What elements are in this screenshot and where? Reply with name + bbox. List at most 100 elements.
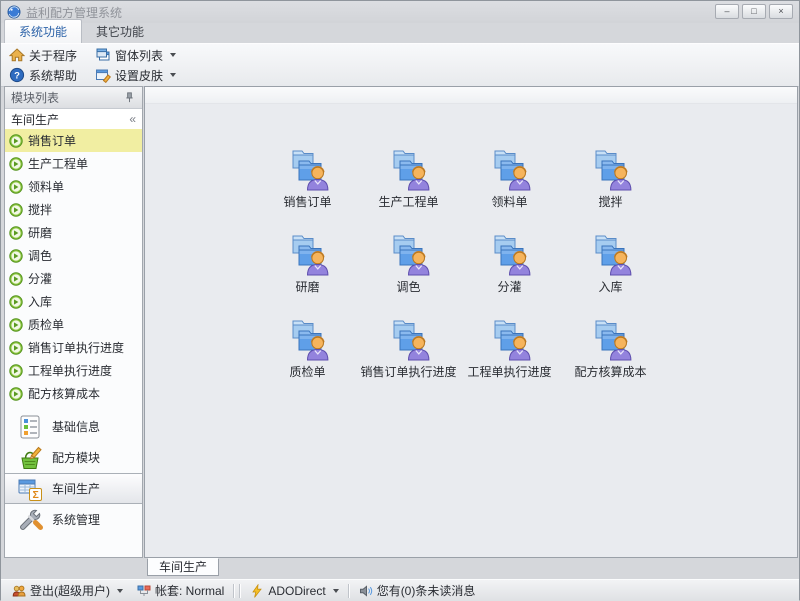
sidebar-section-basic-info[interactable]: 基础信息 bbox=[5, 411, 142, 442]
sidebar-item-warehousing[interactable]: 入库 bbox=[5, 290, 142, 313]
sidebar-item-filling[interactable]: 分灌 bbox=[5, 267, 142, 290]
shortcut-quality-check[interactable]: 质检单 bbox=[257, 317, 358, 402]
folder-user-icon bbox=[284, 317, 332, 361]
sidebar-item-stirring[interactable]: 搅拌 bbox=[5, 198, 142, 221]
ribbon-tabrow: 系统功能 其它功能 bbox=[1, 23, 799, 43]
maximize-button[interactable]: □ bbox=[742, 4, 766, 19]
speaker-icon bbox=[359, 584, 373, 598]
home-icon bbox=[9, 47, 25, 63]
folder-user-icon bbox=[486, 147, 534, 191]
sidebar-sections: 基础信息 配方模块 车间生产 系统管理 bbox=[5, 411, 142, 535]
sidebar-section-formula-module[interactable]: 配方模块 bbox=[5, 442, 142, 473]
sidebar-item-sales-order[interactable]: 销售订单 bbox=[5, 129, 142, 152]
shortcut-work-order-progress[interactable]: 工程单执行进度 bbox=[459, 317, 560, 402]
shortcut-warehousing[interactable]: 入库 bbox=[560, 232, 661, 317]
shortcut-material-requisition[interactable]: 领料单 bbox=[459, 147, 560, 232]
shortcut-sales-order-progress[interactable]: 销售订单执行进度 bbox=[358, 317, 459, 402]
folder-user-icon bbox=[486, 232, 534, 276]
statusbar-separator bbox=[233, 584, 235, 598]
account-set-status: 帐套: Normal bbox=[132, 582, 229, 599]
app-icon bbox=[7, 5, 21, 19]
tab-system-functions[interactable]: 系统功能 bbox=[4, 19, 82, 43]
info-list-icon bbox=[17, 414, 43, 440]
sidebar-item-material-requisition[interactable]: 领料单 bbox=[5, 175, 142, 198]
app-window: 益利配方管理系统 – □ × 系统功能 其它功能 关于程序 窗体列表 系统帮助 … bbox=[0, 0, 800, 600]
set-skin-label: 设置皮肤 bbox=[115, 67, 163, 84]
sidebar-item-formula-cost[interactable]: 配方核算成本 bbox=[5, 382, 142, 405]
sidebar-item-work-order-progress[interactable]: 工程单执行进度 bbox=[5, 359, 142, 382]
chevron-down-icon bbox=[170, 53, 176, 57]
set-skin-button[interactable]: 设置皮肤 bbox=[95, 67, 176, 84]
window-list-button[interactable]: 窗体列表 bbox=[95, 47, 176, 64]
shortcut-production-order[interactable]: 生产工程单 bbox=[358, 147, 459, 232]
green-arrow-icon bbox=[9, 203, 23, 217]
chevron-down-icon bbox=[117, 589, 123, 593]
pin-icon[interactable] bbox=[123, 91, 136, 104]
statusbar-separator bbox=[348, 584, 350, 598]
help-icon bbox=[9, 67, 25, 83]
tab-other-functions[interactable]: 其它功能 bbox=[82, 20, 158, 43]
sidebar-item-production-order[interactable]: 生产工程单 bbox=[5, 152, 142, 175]
folder-user-icon bbox=[587, 232, 635, 276]
system-help-label: 系统帮助 bbox=[29, 67, 77, 84]
logout-button[interactable]: 登出(超级用户) bbox=[7, 582, 128, 599]
green-arrow-icon bbox=[9, 157, 23, 171]
statusbar: 登出(超级用户) 帐套: Normal ADODirect 您有(0)条未读消息 bbox=[1, 579, 799, 601]
green-arrow-icon bbox=[9, 226, 23, 240]
chevron-down-icon bbox=[333, 589, 339, 593]
sidebar-item-sales-order-progress[interactable]: 销售订单执行进度 bbox=[5, 336, 142, 359]
close-button[interactable]: × bbox=[769, 4, 793, 19]
sidebar-item-quality-check[interactable]: 质检单 bbox=[5, 313, 142, 336]
formula-basket-icon bbox=[17, 445, 43, 471]
green-arrow-icon bbox=[9, 364, 23, 378]
bottom-tabbar: 车间生产 bbox=[144, 558, 798, 577]
shortcut-sales-order[interactable]: 销售订单 bbox=[257, 147, 358, 232]
module-sidebar: 模块列表 车间生产 « 销售订单 生产工程单 领料单 搅拌 研磨 bbox=[4, 86, 143, 558]
folder-user-icon bbox=[587, 147, 635, 191]
sidebar-group-caption: 车间生产 « bbox=[5, 109, 142, 129]
sidebar-section-workshop-production[interactable]: 车间生产 bbox=[5, 473, 142, 504]
chevron-down-icon bbox=[170, 73, 176, 77]
ribbon-toolbar: 关于程序 窗体列表 系统帮助 设置皮肤 bbox=[1, 43, 799, 87]
bottom-tab-workshop-production[interactable]: 车间生产 bbox=[147, 558, 219, 576]
shortcut-tinting[interactable]: 调色 bbox=[358, 232, 459, 317]
sidebar-item-grinding[interactable]: 研磨 bbox=[5, 221, 142, 244]
window-list-icon bbox=[95, 47, 111, 63]
connection-button[interactable]: ADODirect bbox=[245, 584, 343, 598]
green-arrow-icon bbox=[9, 134, 23, 148]
shortcut-filling[interactable]: 分灌 bbox=[459, 232, 560, 317]
shortcut-stirring[interactable]: 搅拌 bbox=[560, 147, 661, 232]
sidebar-header-label: 模块列表 bbox=[11, 89, 59, 106]
skin-icon bbox=[95, 67, 111, 83]
link-nodes-icon bbox=[137, 584, 151, 598]
shortcut-grinding[interactable]: 研磨 bbox=[257, 232, 358, 317]
window-title: 益利配方管理系统 bbox=[26, 4, 122, 21]
folder-user-icon bbox=[284, 147, 332, 191]
green-arrow-icon bbox=[9, 272, 23, 286]
sidebar-item-tinting[interactable]: 调色 bbox=[5, 244, 142, 267]
users-icon bbox=[12, 584, 26, 598]
folder-user-icon bbox=[385, 232, 433, 276]
workshop-table-icon bbox=[17, 476, 43, 502]
green-arrow-icon bbox=[9, 249, 23, 263]
collapse-icon[interactable]: « bbox=[129, 112, 136, 126]
folder-user-icon bbox=[587, 317, 635, 361]
unread-messages-status[interactable]: 您有(0)条未读消息 bbox=[354, 582, 481, 599]
statusbar-separator bbox=[239, 584, 241, 598]
main-panel: 销售订单 生产工程单 领料单 搅拌 研磨 调色 bbox=[144, 86, 798, 558]
green-arrow-icon bbox=[9, 180, 23, 194]
green-arrow-icon bbox=[9, 295, 23, 309]
system-help-button[interactable]: 系统帮助 bbox=[9, 67, 77, 84]
minimize-button[interactable]: – bbox=[715, 4, 739, 19]
folder-user-icon bbox=[385, 147, 433, 191]
about-program-label: 关于程序 bbox=[29, 47, 77, 64]
green-arrow-icon bbox=[9, 341, 23, 355]
folder-user-icon bbox=[284, 232, 332, 276]
window-controls: – □ × bbox=[715, 4, 793, 19]
sidebar-group-label: 车间生产 bbox=[11, 111, 59, 128]
green-arrow-icon bbox=[9, 387, 23, 401]
green-arrow-icon bbox=[9, 318, 23, 332]
sidebar-section-system-management[interactable]: 系统管理 bbox=[5, 504, 142, 535]
shortcut-formula-cost[interactable]: 配方核算成本 bbox=[560, 317, 661, 402]
about-program-button[interactable]: 关于程序 bbox=[9, 47, 77, 64]
